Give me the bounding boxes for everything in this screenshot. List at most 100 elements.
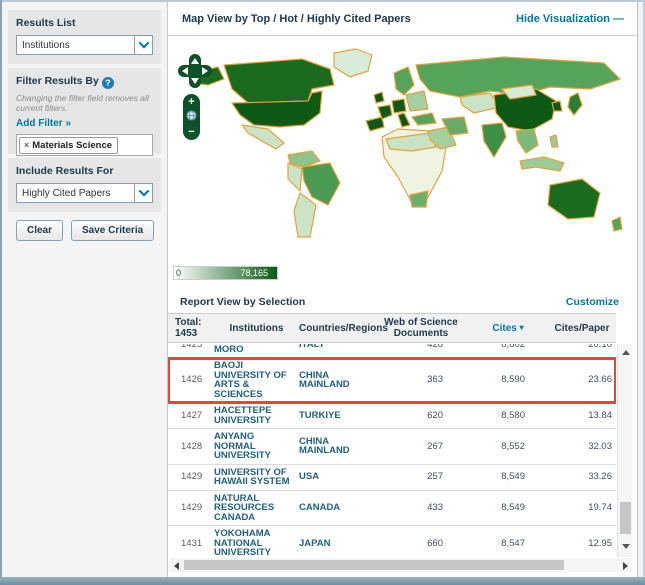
- table-body: 1425 BARI ALDO MORO ITALY 428 8,602 20.1…: [168, 344, 616, 557]
- filter-tag-label: Materials Science: [32, 140, 112, 151]
- table-row: 1429 NATURAL RESOURCES CANADA CANADA 433…: [168, 491, 616, 527]
- cell-rank: 1431: [168, 539, 214, 549]
- save-criteria-button[interactable]: Save Criteria: [71, 220, 154, 241]
- cell-cites-per-paper: 23.66: [549, 375, 615, 385]
- clear-button[interactable]: Clear: [16, 220, 63, 241]
- cell-rank: 1429: [168, 472, 214, 482]
- globe-icon[interactable]: [186, 108, 197, 126]
- scroll-left-button[interactable]: [174, 562, 179, 570]
- col-countries: Countries/Regions: [299, 323, 375, 334]
- map-header: Map View by Top / Hot / Highly Cited Pap…: [168, 2, 637, 36]
- col-total: Total: 1453: [168, 317, 214, 339]
- zoom-control: + −: [183, 94, 200, 140]
- zoom-in-button[interactable]: +: [188, 97, 194, 107]
- cell-country: TURKIYE: [299, 411, 375, 421]
- cell-cites: 8,580: [467, 411, 549, 421]
- chevron-down-icon[interactable]: [134, 184, 152, 202]
- window-border-bottom: [0, 577, 645, 585]
- cell-cites-per-paper: 20.10: [549, 344, 615, 349]
- cell-web-of-science-documents: 620: [375, 411, 467, 421]
- col-cites-per-paper: Cites/Paper: [549, 323, 615, 334]
- cell-cites: 8,590: [467, 375, 549, 385]
- map-view: + − 0 78,165: [168, 37, 637, 289]
- include-results-label: Include Results For: [16, 165, 153, 177]
- report-title: Report View by Selection: [180, 296, 305, 308]
- results-list-select[interactable]: Institutions: [16, 35, 153, 55]
- cell-cites-per-paper: 12.95: [549, 539, 615, 549]
- cell-country: ITALY: [299, 344, 375, 349]
- main-panel: Map View by Top / Hot / Highly Cited Pap…: [168, 2, 638, 577]
- col-cites-sort[interactable]: Cites ▾: [467, 322, 549, 334]
- cell-rank: 1425: [168, 344, 214, 349]
- pan-right-icon[interactable]: [202, 67, 208, 75]
- filter-results-label: Filter Results By?: [16, 75, 153, 89]
- institution-link[interactable]: UNIVERSITY OF HAWAII SYSTEM: [214, 468, 299, 487]
- cell-cites-per-paper: 32.03: [549, 442, 615, 452]
- sort-caret-icon: ▾: [520, 323, 524, 332]
- filter-input[interactable]: × Materials Science: [16, 134, 153, 156]
- map-title: Map View by Top / Hot / Highly Cited Pap…: [182, 13, 411, 25]
- horizontal-scrollbar-thumb[interactable]: [184, 560, 564, 570]
- help-icon[interactable]: ?: [102, 77, 114, 89]
- chevron-down-icon[interactable]: [134, 36, 152, 54]
- scroll-down-button[interactable]: [622, 544, 630, 549]
- window-border-left: [0, 0, 2, 585]
- legend-min: 0: [174, 268, 181, 278]
- cell-web-of-science-documents: 257: [375, 472, 467, 482]
- institution-link[interactable]: BAOJI UNIVERSITY OF ARTS & SCIENCES: [214, 361, 299, 399]
- cell-cites: 8,549: [467, 472, 549, 482]
- pan-up-icon[interactable]: [191, 58, 199, 64]
- cell-cites-per-paper: 33.26: [549, 472, 615, 482]
- table-row: 1427 HACETTEPE UNIVERSITY TURKIYE 620 8,…: [168, 403, 616, 429]
- institution-link[interactable]: NATURAL RESOURCES CANADA: [214, 494, 299, 523]
- pan-left-icon[interactable]: [182, 67, 188, 75]
- zoom-out-button[interactable]: −: [188, 127, 194, 137]
- remove-tag-icon[interactable]: ×: [24, 140, 29, 150]
- cell-rank: 1426: [168, 375, 214, 385]
- hide-visualization-link[interactable]: Hide Visualization —: [516, 13, 623, 25]
- results-list-value: Institutions: [17, 40, 134, 51]
- table-row: 1428 ANYANG NORMAL UNIVERSITY CHINA MAIN…: [168, 429, 616, 465]
- results-list-label: Results List: [16, 17, 153, 29]
- table-row: 1425 BARI ALDO MORO ITALY 428 8,602 20.1…: [168, 344, 616, 358]
- legend-gradient: 0 78,165: [173, 266, 278, 280]
- cell-rank: 1429: [168, 503, 214, 513]
- vertical-scrollbar-thumb[interactable]: [620, 502, 631, 534]
- horizontal-scrollbar[interactable]: [170, 558, 632, 572]
- pan-control[interactable]: [178, 54, 212, 88]
- cell-web-of-science-documents: 660: [375, 539, 467, 549]
- sidebar: Results List Institutions Filter Results…: [2, 2, 167, 577]
- cell-cites: 8,547: [467, 539, 549, 549]
- cell-cites: 8,552: [467, 442, 549, 452]
- esi-window: Results List Institutions Filter Results…: [0, 0, 645, 585]
- scroll-right-button[interactable]: [623, 562, 628, 570]
- institution-link[interactable]: ANYANG NORMAL UNIVERSITY: [214, 432, 299, 461]
- cell-country: USA: [299, 472, 375, 482]
- include-results-panel: Include Results For Highly Cited Papers: [8, 158, 161, 212]
- col-institutions: Institutions: [214, 323, 299, 334]
- include-results-select[interactable]: Highly Cited Papers: [16, 183, 153, 203]
- cell-web-of-science-documents: 428: [375, 344, 467, 349]
- table-row-highlighted: 1426 BAOJI UNIVERSITY OF ARTS & SCIENCES…: [168, 358, 616, 403]
- results-list-panel: Results List Institutions: [8, 10, 161, 64]
- institution-link[interactable]: HACETTEPE UNIVERSITY: [214, 406, 299, 425]
- cell-cites-per-paper: 13.84: [549, 411, 615, 421]
- cell-cites: 8,602: [467, 344, 549, 349]
- report-header: Report View by Selection Customize: [168, 289, 637, 313]
- customize-link[interactable]: Customize: [566, 296, 619, 308]
- institution-link[interactable]: BARI ALDO MORO: [214, 344, 299, 354]
- add-filter-link[interactable]: Add Filter »: [16, 118, 71, 129]
- cell-country: CHINA MAINLAND: [299, 437, 375, 456]
- filter-note: Changing the filter field removes all cu…: [16, 93, 153, 113]
- institution-link[interactable]: YOKOHAMA NATIONAL UNIVERSITY: [214, 529, 299, 557]
- table-row: 1429 UNIVERSITY OF HAWAII SYSTEM USA 257…: [168, 465, 616, 491]
- world-map[interactable]: [184, 45, 634, 263]
- cell-cites-per-paper: 19.74: [549, 503, 615, 513]
- legend-max: 78,165: [240, 268, 277, 278]
- vertical-scrollbar[interactable]: [617, 344, 632, 557]
- minus-icon: —: [613, 13, 623, 25]
- cell-country: CHINA MAINLAND: [299, 371, 375, 390]
- filter-tag: × Materials Science: [19, 137, 118, 154]
- scroll-up-button[interactable]: [622, 350, 630, 355]
- pan-down-icon[interactable]: [191, 78, 199, 84]
